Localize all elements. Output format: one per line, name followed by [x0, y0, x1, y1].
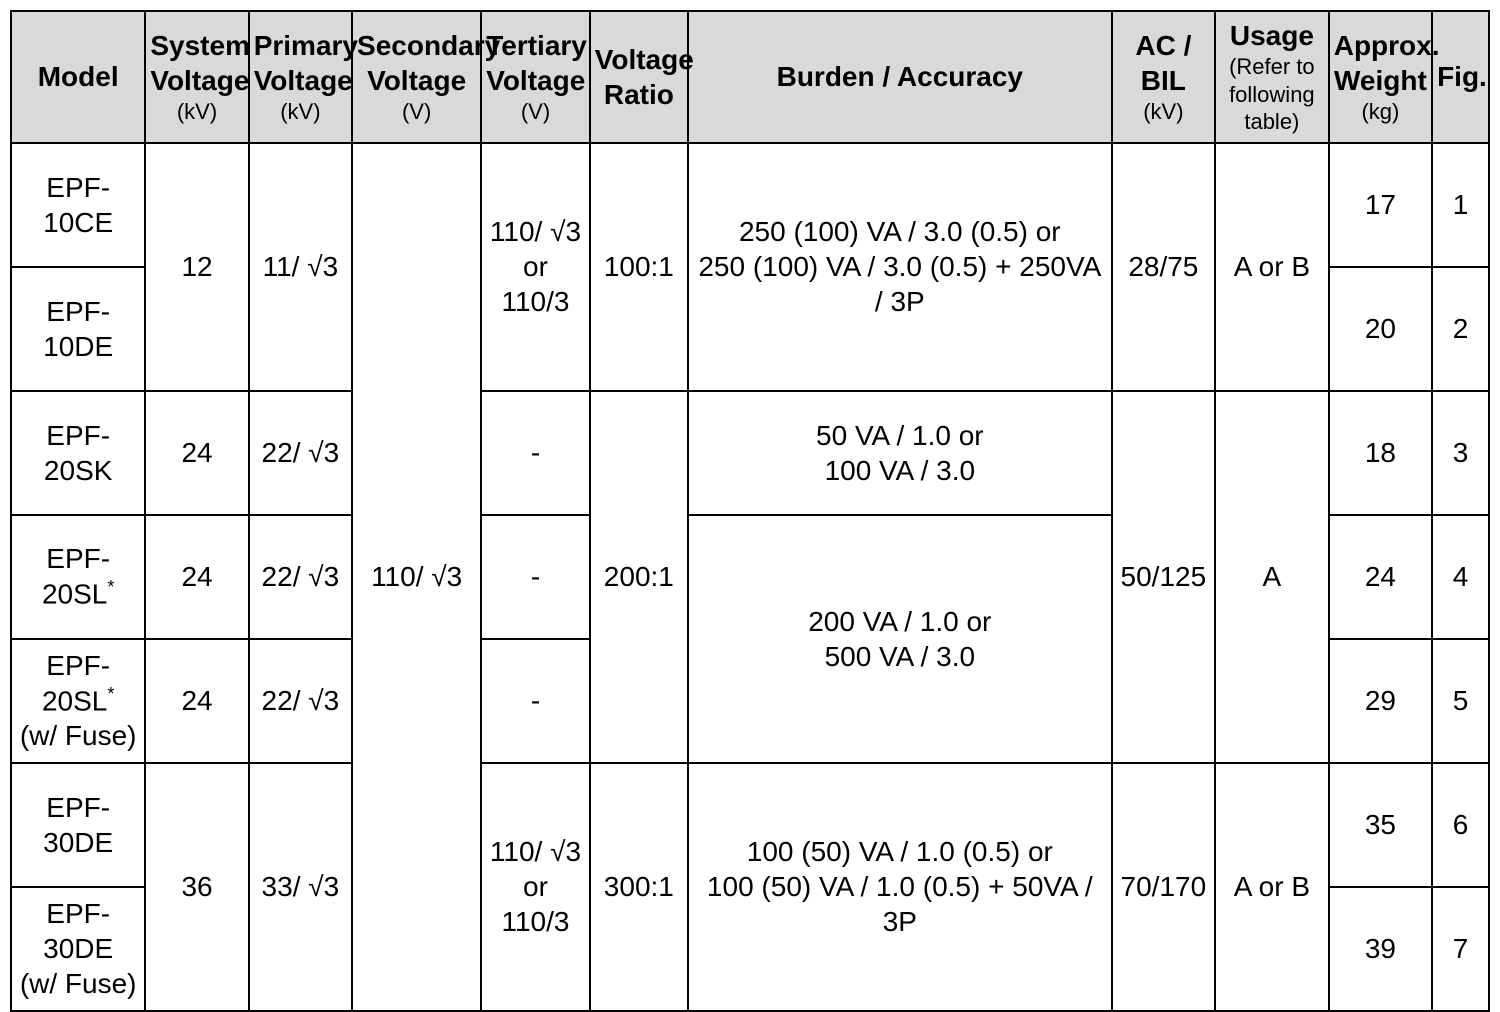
hdr-terv-sub: (V)	[486, 98, 585, 126]
hdr-fig: Fig.	[1437, 61, 1487, 92]
cell-model: EPF-10CE	[11, 143, 145, 267]
cell-priv: 22/ √3	[249, 639, 352, 763]
col-ac-bil: AC / BIL(kV)	[1112, 11, 1215, 143]
cell-acbil: 50/125	[1112, 391, 1215, 763]
hdr-acbil-sub: (kV)	[1117, 98, 1210, 126]
cell-usage: A or B	[1215, 763, 1329, 1011]
col-tertiary-voltage: Tertiary Voltage(V)	[481, 11, 590, 143]
cell-terv: -	[481, 515, 590, 639]
hdr-usage-sub: (Refer to following table)	[1220, 53, 1324, 136]
cell-sysv: 24	[145, 515, 248, 639]
table-row: EPF-30DE 36 33/ √3 110/ √3or110/3 300:1 …	[11, 763, 1489, 887]
col-primary-voltage: Primary Voltage(kV)	[249, 11, 352, 143]
cell-fig: 7	[1432, 887, 1489, 1011]
table-row: EPF-10CE 12 11/ √3 110/ √3 110/ √3or110/…	[11, 143, 1489, 267]
cell-sysv: 12	[145, 143, 248, 391]
cell-weight: 17	[1329, 143, 1432, 267]
cell-acbil: 70/170	[1112, 763, 1215, 1011]
table-row: EPF-20SK 24 22/ √3 - 200:1 50 VA / 1.0 o…	[11, 391, 1489, 515]
col-weight: Approx. Weight(kg)	[1329, 11, 1432, 143]
hdr-burden: Burden / Accuracy	[777, 61, 1023, 92]
cell-fig: 5	[1432, 639, 1489, 763]
cell-burden: 50 VA / 1.0 or100 VA / 3.0	[688, 391, 1112, 515]
cell-priv: 22/ √3	[249, 391, 352, 515]
cell-priv: 11/ √3	[249, 143, 352, 391]
cell-ratio: 100:1	[590, 143, 688, 391]
cell-fig: 4	[1432, 515, 1489, 639]
cell-weight: 18	[1329, 391, 1432, 515]
cell-model: EPF-10DE	[11, 267, 145, 391]
hdr-wt: Approx. Weight	[1334, 30, 1440, 96]
cell-acbil: 28/75	[1112, 143, 1215, 391]
cell-ratio: 300:1	[590, 763, 688, 1011]
spec-table: Model System Voltage(kV) Primary Voltage…	[10, 10, 1490, 1012]
cell-terv: 110/ √3or110/3	[481, 143, 590, 391]
cell-model: EPF-20SL*	[11, 515, 145, 639]
cell-model: EPF-30DE(w/ Fuse)	[11, 887, 145, 1011]
col-model: Model	[11, 11, 145, 143]
cell-fig: 2	[1432, 267, 1489, 391]
cell-terv: -	[481, 639, 590, 763]
cell-fig: 1	[1432, 143, 1489, 267]
col-system-voltage: System Voltage(kV)	[145, 11, 248, 143]
cell-priv: 22/ √3	[249, 515, 352, 639]
hdr-sysv: System Voltage	[150, 30, 250, 96]
hdr-priv: Primary Voltage	[254, 30, 358, 96]
hdr-model: Model	[38, 61, 119, 92]
hdr-terv: Tertiary Voltage	[486, 30, 587, 96]
header-row: Model System Voltage(kV) Primary Voltage…	[11, 11, 1489, 143]
cell-burden: 100 (50) VA / 1.0 (0.5) or100 (50) VA / …	[688, 763, 1112, 1011]
cell-weight: 39	[1329, 887, 1432, 1011]
cell-fig: 3	[1432, 391, 1489, 515]
hdr-secv: Secondary Voltage	[357, 30, 500, 96]
cell-usage: A	[1215, 391, 1329, 763]
cell-sysv: 36	[145, 763, 248, 1011]
hdr-usage: Usage	[1230, 20, 1314, 51]
col-secondary-voltage: Secondary Voltage(V)	[352, 11, 481, 143]
cell-secv: 110/ √3	[352, 143, 481, 1011]
cell-priv: 33/ √3	[249, 763, 352, 1011]
cell-model: EPF-20SL*(w/ Fuse)	[11, 639, 145, 763]
cell-model: EPF-20SK	[11, 391, 145, 515]
cell-burden: 250 (100) VA / 3.0 (0.5) or250 (100) VA …	[688, 143, 1112, 391]
cell-sysv: 24	[145, 391, 248, 515]
cell-usage: A or B	[1215, 143, 1329, 391]
cell-terv: 110/ √3or110/3	[481, 763, 590, 1011]
hdr-sysv-sub: (kV)	[150, 98, 243, 126]
cell-weight: 35	[1329, 763, 1432, 887]
cell-terv: -	[481, 391, 590, 515]
cell-sysv: 24	[145, 639, 248, 763]
hdr-priv-sub: (kV)	[254, 98, 347, 126]
cell-weight: 29	[1329, 639, 1432, 763]
col-burden-accuracy: Burden / Accuracy	[688, 11, 1112, 143]
hdr-acbil: AC / BIL	[1135, 30, 1191, 96]
hdr-ratio: Voltage Ratio	[595, 44, 694, 110]
hdr-wt-sub: (kg)	[1334, 98, 1427, 126]
cell-weight: 24	[1329, 515, 1432, 639]
cell-burden: 200 VA / 1.0 or500 VA / 3.0	[688, 515, 1112, 763]
cell-ratio: 200:1	[590, 391, 688, 763]
cell-fig: 6	[1432, 763, 1489, 887]
col-usage: Usage(Refer to following table)	[1215, 11, 1329, 143]
cell-model: EPF-30DE	[11, 763, 145, 887]
cell-weight: 20	[1329, 267, 1432, 391]
col-voltage-ratio: Voltage Ratio	[590, 11, 688, 143]
col-fig: Fig.	[1432, 11, 1489, 143]
hdr-secv-sub: (V)	[357, 98, 476, 126]
